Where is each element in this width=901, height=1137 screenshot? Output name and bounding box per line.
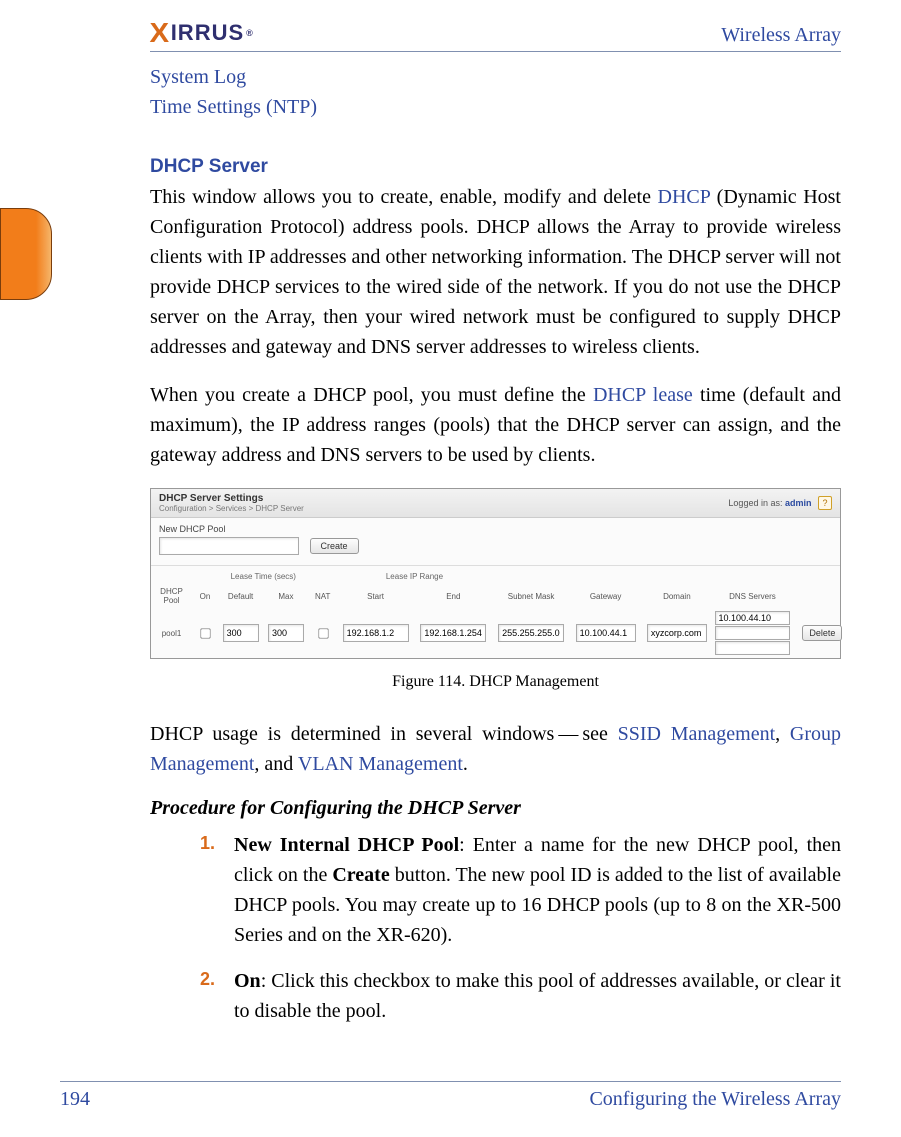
step-1: 1. New Internal DHCP Pool: Enter a name … (200, 830, 841, 950)
figure-screenshot: DHCP Server Settings Configuration > Ser… (150, 488, 841, 659)
p1-text-a: This window allows you to create, enable… (150, 186, 658, 208)
link-dhcp[interactable]: DHCP (658, 186, 711, 208)
p3-text-c: , and (254, 753, 298, 775)
col-dns: DNS Servers (713, 584, 793, 608)
link-time-settings[interactable]: Time Settings (NTP) (150, 92, 841, 122)
brand-logo: XIRRUS® (150, 19, 254, 47)
page-footer: 194 Configuring the Wireless Array (60, 1081, 841, 1111)
col-pool: DHCP Pool (151, 584, 192, 608)
col-domain: Domain (641, 584, 712, 608)
cell-dns3[interactable] (715, 641, 791, 655)
cell-max[interactable] (268, 624, 304, 642)
link-system-log[interactable]: System Log (150, 62, 841, 92)
header-product-name: Wireless Array (721, 24, 841, 47)
p3-text-d: . (463, 753, 468, 775)
figure-pool-table: Lease Time (secs) Lease IP Range DHCP Po… (151, 566, 840, 658)
figure-settings-title: DHCP Server Settings (159, 493, 263, 504)
body: System Log Time Settings (NTP) DHCP Serv… (150, 62, 841, 1042)
sup-lease: Lease Time (secs) (218, 566, 309, 584)
procedure-heading: Procedure for Configuring the DHCP Serve… (150, 797, 841, 820)
p1-text-b: (Dynamic Host Configuration Protocol) ad… (150, 186, 841, 358)
page: XIRRUS® Wireless Array System Log Time S… (0, 0, 901, 1137)
page-header: XIRRUS® Wireless Array (150, 15, 841, 52)
figure-new-pool-row: New DHCP Pool Create (151, 518, 840, 566)
logo-text: IRRUS (171, 22, 244, 44)
col-end: End (414, 584, 492, 608)
footer-section-title: Configuring the Wireless Array (589, 1088, 841, 1111)
figure-login-status: Logged in as: admin ? (728, 496, 832, 510)
new-pool-label: New DHCP Pool (159, 524, 832, 534)
delete-button[interactable]: Delete (802, 625, 842, 641)
figure-breadcrumb: Configuration > Services > DHCP Server (159, 504, 304, 513)
side-tab-accent (0, 208, 52, 300)
link-dhcp-lease[interactable]: DHCP lease (593, 384, 693, 406)
figure-dhcp-management: DHCP Server Settings Configuration > Ser… (150, 488, 841, 691)
cell-default[interactable] (223, 624, 259, 642)
step-2-number: 2. (200, 966, 215, 993)
cell-gateway[interactable] (576, 624, 636, 642)
cell-start[interactable] (343, 624, 409, 642)
col-gateway: Gateway (570, 584, 641, 608)
logged-in-prefix: Logged in as: (728, 498, 785, 508)
step-2: 2. On: Click this checkbox to make this … (200, 966, 841, 1026)
step-2-text: : Click this checkbox to make this pool … (234, 970, 841, 1022)
procedure-steps: 1. New Internal DHCP Pool: Enter a name … (150, 830, 841, 1026)
table-superheader: Lease Time (secs) Lease IP Range (151, 566, 840, 584)
p2-text-a: When you create a DHCP pool, you must de… (150, 384, 593, 406)
cell-dns1[interactable] (715, 611, 791, 625)
col-start: Start (337, 584, 415, 608)
figure-caption: Figure 114. DHCP Management (150, 673, 841, 691)
col-default: Default (218, 584, 263, 608)
cell-domain[interactable] (647, 624, 707, 642)
cell-dns-stack (715, 611, 791, 655)
col-nat: NAT (309, 584, 337, 608)
cell-nat-checkbox[interactable] (318, 628, 328, 638)
crossref-links: System Log Time Settings (NTP) (150, 62, 841, 122)
link-ssid-management[interactable]: SSID Management (618, 723, 776, 745)
step-1-bold: New Internal DHCP Pool (234, 834, 459, 856)
figure-title-block: DHCP Server Settings Configuration > Ser… (159, 493, 304, 513)
cell-mask[interactable] (498, 624, 564, 642)
step-2-bold: On (234, 970, 261, 992)
p3-text-b: , (775, 723, 790, 745)
cell-dns2[interactable] (715, 626, 791, 640)
col-on: On (192, 584, 218, 608)
step-1-bold2: Create (332, 864, 389, 886)
help-icon[interactable]: ? (818, 496, 832, 510)
paragraph-2: When you create a DHCP pool, you must de… (150, 380, 841, 470)
cell-end[interactable] (420, 624, 486, 642)
page-number: 194 (60, 1088, 90, 1111)
p3-text-a: DHCP usage is determined in several wind… (150, 723, 618, 745)
create-button[interactable]: Create (310, 538, 359, 554)
step-1-number: 1. (200, 830, 215, 857)
cell-on-checkbox[interactable] (200, 628, 210, 638)
logo-x-icon: X (150, 19, 171, 47)
registered-icon: ® (246, 29, 254, 38)
table-header-row: DHCP Pool On Default Max NAT Start End S… (151, 584, 840, 608)
sup-range: Lease IP Range (337, 566, 493, 584)
cell-pool: pool1 (151, 608, 192, 658)
new-pool-input[interactable] (159, 537, 299, 555)
logged-in-user: admin (785, 498, 812, 508)
paragraph-3: DHCP usage is determined in several wind… (150, 719, 841, 779)
figure-topbar: DHCP Server Settings Configuration > Ser… (151, 489, 840, 518)
col-mask: Subnet Mask (492, 584, 570, 608)
table-row: pool1 (151, 608, 840, 658)
link-vlan-management[interactable]: VLAN Management (298, 753, 463, 775)
paragraph-1: This window allows you to create, enable… (150, 182, 841, 362)
section-heading: DHCP Server (150, 156, 841, 178)
col-max: Max (263, 584, 308, 608)
